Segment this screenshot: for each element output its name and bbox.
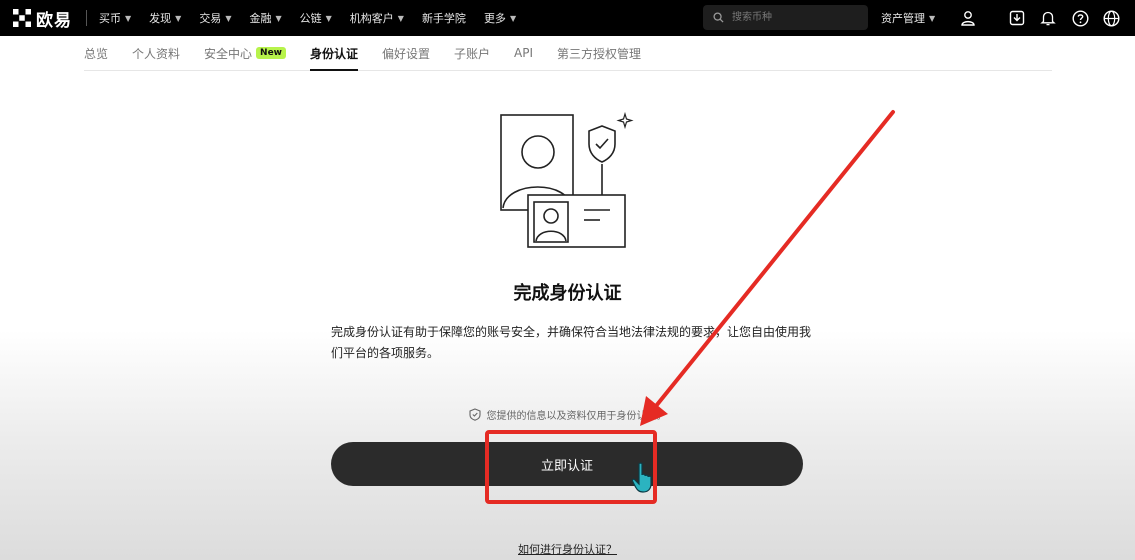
download-icon[interactable] [1007,8,1027,28]
help-icon[interactable] [1070,8,1090,28]
tab-label: 偏好设置 [382,46,431,61]
tab-item[interactable]: 第三方授权管理 [557,36,641,70]
tab-label: 第三方授权管理 [557,46,642,61]
chevron-down-icon: ▼ [325,13,332,23]
nav-item[interactable]: 公链 ▼ [300,10,332,26]
chevron-down-icon: ▼ [509,13,517,23]
nav-item-label: 机构客户 [349,12,394,25]
globe-icon[interactable] [1101,8,1121,28]
tab-label: 安全中心 [204,46,253,61]
nav-divider [86,10,87,26]
assets-label: 资产管理 [881,12,925,25]
tab-label: 身份认证 [310,46,359,61]
bell-icon[interactable] [1038,8,1058,28]
nav-item[interactable]: 机构客户 ▼ [350,10,404,26]
tab-label: 子账户 [454,46,491,61]
tab-item[interactable]: 偏好设置 [382,36,430,70]
okx-logo-icon [13,9,31,27]
nav-item-label: 发现 [149,12,172,25]
tab-item[interactable]: 安全中心 New [204,36,286,70]
nav-item-label: 买币 [99,12,121,25]
nav-item[interactable]: 买币 ▼ [99,10,131,26]
chevron-down-icon: ▼ [929,13,936,23]
top-nav-bar: 欧易 买币▼发现▼交易▼金融▼公链▼机构客户▼新手学院更多▼ 资产管理 ▼ [0,0,1135,36]
privacy-note-text: 您提供的信息以及资料仅用于身份认证。 [486,411,667,422]
nav-item-label: 金融 [249,12,272,25]
nav-item-label: 新手学院 [421,12,466,25]
brand-name: 欧易 [36,10,72,31]
search-box[interactable] [703,5,868,30]
nav-item-label: 更多 [483,12,506,25]
new-badge: New [256,47,286,59]
verification-description: 完成身份认证有助于保障您的账号安全，并确保符合当地法律法规的要求，让您自由使用我… [331,325,812,360]
assets-menu[interactable]: 资产管理 ▼ [881,0,935,36]
logo[interactable]: 欧易 [12,6,72,31]
identity-verification-illustration [500,111,634,248]
privacy-note: 您提供的信息以及资料仅用于身份认证。 [0,407,1135,422]
nav-item[interactable]: 金融 ▼ [249,10,281,26]
shield-check-icon [468,408,481,421]
tab-label: 个人资料 [132,46,181,61]
nav-item[interactable]: 新手学院 [422,10,466,26]
how-to-verify-link[interactable]: 如何进行身份认证？ [0,541,1135,557]
chevron-down-icon: ▼ [397,13,404,23]
hand-pointer-icon [631,462,652,493]
tab-item[interactable]: 个人资料 [132,36,180,70]
tab-label: 总览 [84,46,109,61]
main-menu: 买币 ▼ 发现 ▼ 交易 ▼ 金融 ▼ 公链 ▼ 机构客户 ▼ 新手学院 更多 ▼ [99,10,534,26]
chevron-down-icon: ▼ [125,13,132,23]
nav-item-label: 交易 [199,12,222,25]
tab-item[interactable]: 总览 [84,36,108,70]
search-icon [713,12,724,23]
account-tabs: 总览 个人资料 安全中心 New 身份认证 偏好设置 子账户 API 第三方授权管理 [84,36,1052,71]
tab-item[interactable]: 子账户 [454,36,490,70]
tab-item[interactable]: 身份认证 [310,36,359,71]
nav-item[interactable]: 更多 ▼ [484,10,516,26]
nav-item-label: 公链 [299,12,322,25]
chevron-down-icon: ▼ [225,13,232,23]
chevron-down-icon: ▼ [275,13,282,23]
page-title: 完成身份认证 [513,283,622,304]
tab-label: API [514,46,534,60]
nav-item[interactable]: 发现 ▼ [149,10,181,26]
nav-item[interactable]: 交易 ▼ [199,10,231,26]
chevron-down-icon: ▼ [175,13,182,23]
search-input[interactable] [730,11,864,24]
tab-item[interactable]: API [514,36,533,70]
user-icon[interactable] [958,8,978,28]
